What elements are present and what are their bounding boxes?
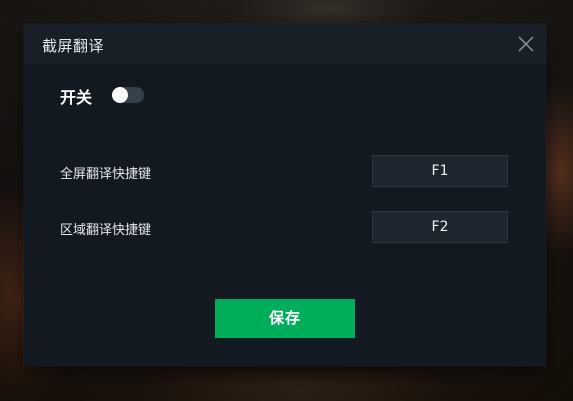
dialog-title-bar: 截屏翻译: [24, 24, 546, 64]
region-hotkey-row: 区域翻译快捷键 F2: [60, 211, 508, 243]
enable-toggle-switch[interactable]: [112, 87, 144, 103]
fullscreen-hotkey-input[interactable]: F1: [372, 155, 508, 187]
fullscreen-hotkey-label: 全屏翻译快捷键: [60, 167, 152, 182]
close-icon: [518, 36, 534, 52]
fullscreen-hotkey-row: 全屏翻译快捷键 F1: [60, 155, 508, 187]
close-button[interactable]: [516, 34, 536, 54]
save-button[interactable]: 保存: [215, 299, 355, 338]
dialog-title: 截屏翻译: [42, 37, 105, 55]
screenshot-translate-dialog: 截屏翻译 开关 全屏翻译快捷键 F1 区域翻译快捷键 F2 保存: [24, 24, 546, 366]
enable-toggle-label: 开关: [60, 88, 93, 107]
toggle-knob: [112, 87, 128, 103]
region-hotkey-label: 区域翻译快捷键: [60, 223, 152, 238]
region-hotkey-input[interactable]: F2: [372, 211, 508, 243]
